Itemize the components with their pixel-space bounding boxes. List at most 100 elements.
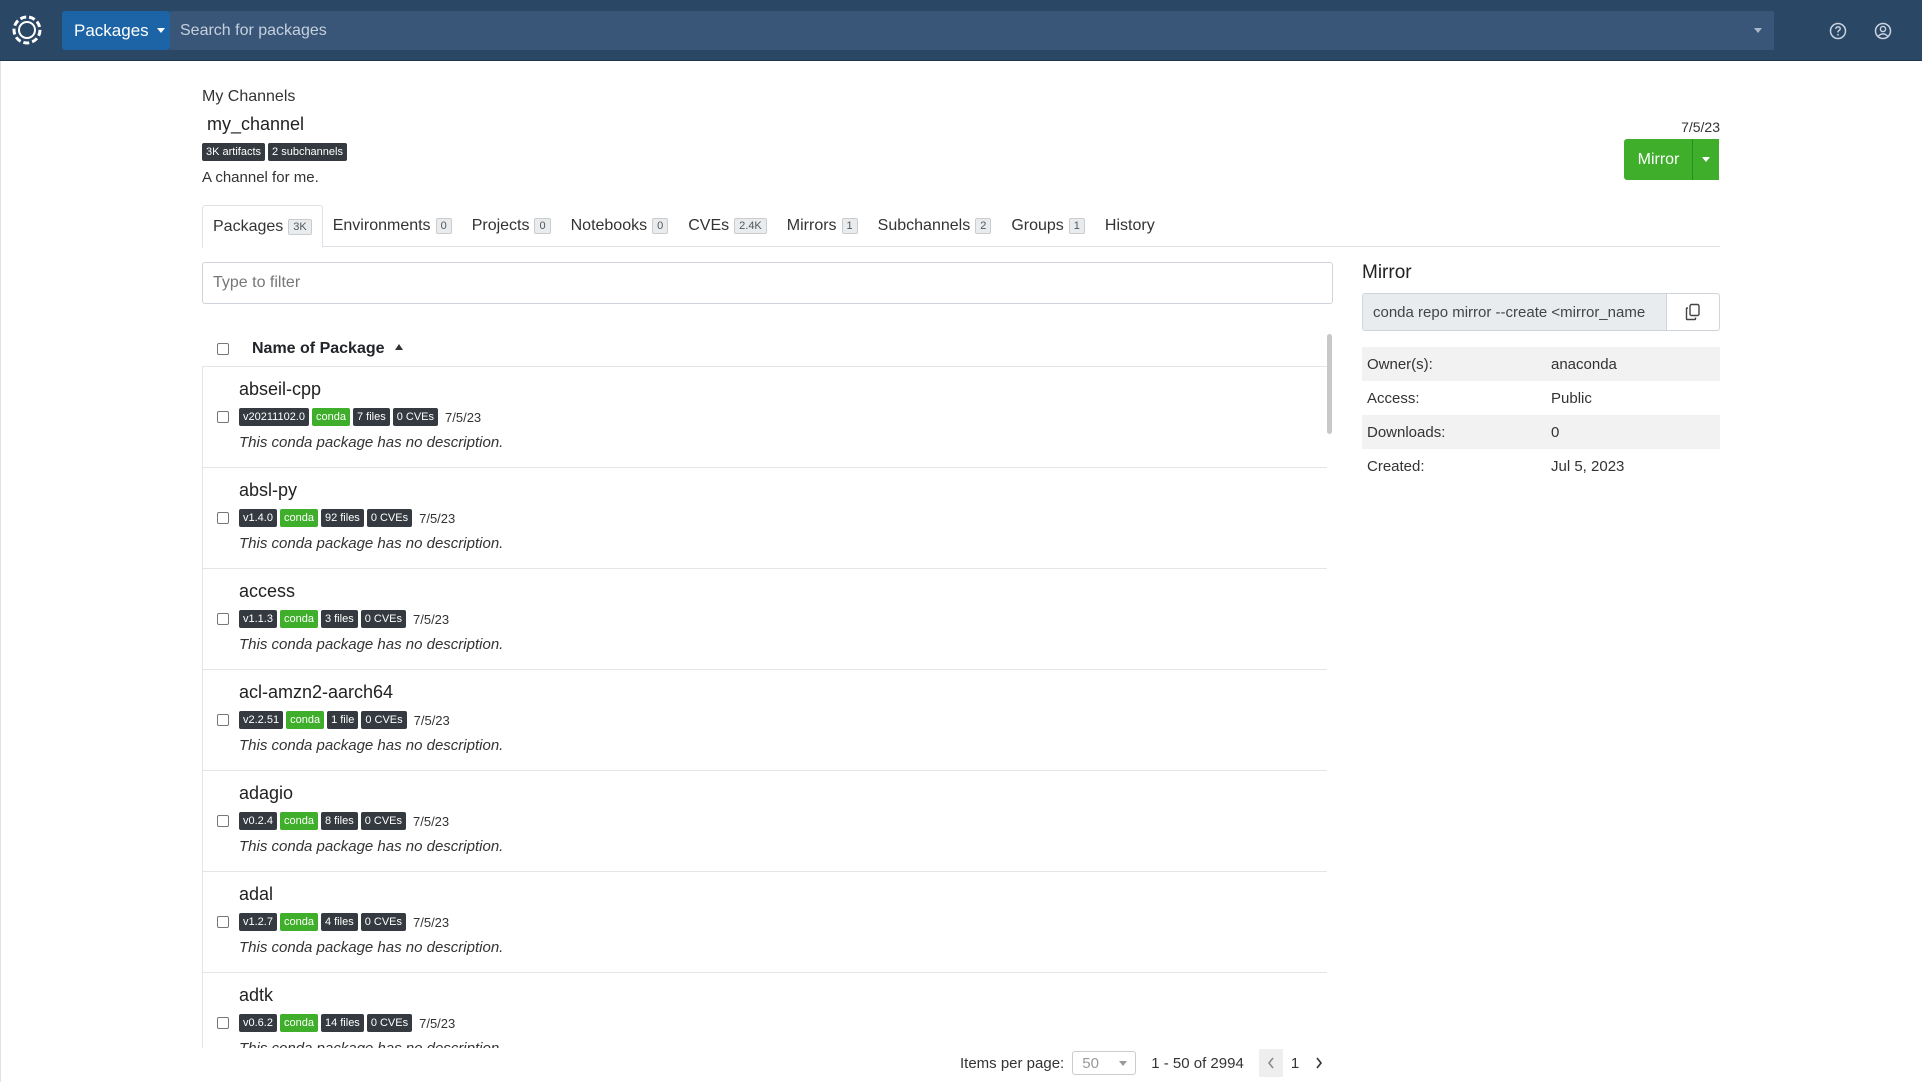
tab-notebooks[interactable]: Notebooks 0: [561, 205, 679, 247]
row-checkbox[interactable]: [217, 411, 229, 423]
package-description: This conda package has no description.: [239, 535, 504, 552]
tab-label: Mirrors: [786, 217, 837, 234]
package-description: This conda package has no description.: [239, 838, 504, 855]
type-badge: conda: [279, 610, 318, 628]
type-badge: conda: [279, 812, 318, 830]
row-checkbox[interactable]: [217, 1017, 229, 1029]
version-badge: v0.2.4: [239, 812, 277, 830]
tab-environments[interactable]: Environments 0: [323, 205, 462, 247]
user-icon[interactable]: [1873, 21, 1893, 41]
package-name-link[interactable]: acl-amzn2-aarch64: [239, 682, 393, 703]
tab-count: 2.4K: [734, 218, 767, 234]
packages-menu-button[interactable]: Packages: [62, 11, 170, 50]
package-date: 7/5/23: [419, 1015, 456, 1031]
property-row: Access: Public: [1362, 381, 1720, 415]
package-meta: v1.1.3 conda 3 files 0 CVEs 7/5/23: [239, 610, 449, 628]
chevron-left-icon: [1267, 1057, 1274, 1069]
breadcrumb[interactable]: My Channels: [202, 88, 295, 106]
files-badge: 4 files: [320, 913, 358, 931]
row-checkbox[interactable]: [217, 714, 229, 726]
items-per-page-select[interactable]: 50: [1072, 1051, 1137, 1075]
tab-subchannels[interactable]: Subchannels 2: [868, 205, 1002, 247]
tab-label: Packages: [213, 217, 284, 235]
package-name-link[interactable]: adal: [239, 884, 273, 905]
package-date: 7/5/23: [413, 813, 450, 829]
package-list: abseil-cpp v20211102.0 conda 7 files 0 C…: [202, 366, 1327, 1048]
select-all-checkbox[interactable]: [217, 343, 229, 355]
cves-badge: 0 CVEs: [360, 812, 406, 830]
property-value: Public: [1551, 389, 1592, 407]
tab-label: Subchannels: [877, 217, 971, 234]
files-badge: 7 files: [352, 408, 390, 426]
version-badge: v0.6.2: [239, 1014, 277, 1032]
help-icon[interactable]: [1828, 21, 1848, 41]
tab-groups[interactable]: Groups 1: [1001, 205, 1095, 247]
table-header: Name of Package: [202, 332, 1327, 366]
mirror-command-field[interactable]: conda repo mirror --create <mirror_name: [1362, 293, 1667, 331]
tab-count: 0: [534, 218, 551, 234]
pagination-range: 1 - 50 of 2994: [1151, 1054, 1244, 1072]
row-checkbox[interactable]: [217, 613, 229, 625]
row-checkbox[interactable]: [217, 512, 229, 524]
files-badge: 1 file: [327, 711, 359, 729]
tab-count: 1: [1068, 218, 1085, 234]
tab-count: 3K: [288, 218, 312, 235]
tab-count: 0: [652, 218, 669, 234]
chevron-down-icon: [1119, 1061, 1128, 1066]
package-name-link[interactable]: absl-py: [239, 480, 297, 501]
search-input[interactable]: Search for packages: [170, 11, 1774, 50]
row-checkbox[interactable]: [217, 916, 229, 928]
type-badge: conda: [279, 1014, 318, 1032]
tab-count: 2: [975, 218, 992, 234]
row-checkbox[interactable]: [217, 815, 229, 827]
anaconda-logo-icon[interactable]: [8, 11, 46, 49]
search-placeholder: Search for packages: [180, 21, 327, 39]
property-value: 0: [1551, 423, 1560, 441]
table-row: adal v1.2.7 conda 4 files 0 CVEs 7/5/23 …: [203, 872, 1327, 973]
tab-packages[interactable]: Packages 3K: [202, 205, 323, 248]
chevron-down-icon: [1702, 157, 1710, 162]
tab-mirrors[interactable]: Mirrors 1: [777, 205, 868, 247]
table-row: abseil-cpp v20211102.0 conda 7 files 0 C…: [203, 367, 1327, 468]
package-name-link[interactable]: adagio: [239, 783, 293, 804]
package-description: This conda package has no description.: [239, 737, 504, 754]
sort-ascending-icon: [394, 344, 403, 350]
cves-badge: 0 CVEs: [361, 711, 407, 729]
tab-history[interactable]: History: [1095, 205, 1165, 247]
filter-input[interactable]: Type to filter: [202, 262, 1333, 304]
tab-cves[interactable]: CVEs 2.4K: [678, 205, 777, 247]
current-page[interactable]: 1: [1291, 1055, 1299, 1072]
next-page-button[interactable]: [1307, 1049, 1331, 1077]
package-meta: v1.4.0 conda 92 files 0 CVEs 7/5/23: [239, 509, 455, 527]
package-name-link[interactable]: access: [239, 581, 295, 602]
channel-date: 7/5/23: [1681, 119, 1720, 135]
property-key: Owner(s):: [1367, 355, 1433, 373]
page-border: [0, 61, 1, 1082]
tab-label: History: [1104, 217, 1155, 234]
copy-icon: [1685, 303, 1700, 321]
files-badge: 14 files: [320, 1014, 364, 1032]
property-row: Owner(s): anaconda: [1362, 347, 1720, 381]
list-scrollbar[interactable]: [1327, 334, 1332, 434]
search-dropdown-icon[interactable]: [1754, 28, 1762, 33]
version-badge: v20211102.0: [239, 408, 309, 426]
package-meta: v2.2.51 conda 1 file 0 CVEs 7/5/23: [239, 711, 450, 729]
version-badge: v1.4.0: [239, 509, 277, 527]
package-description: This conda package has no description.: [239, 434, 504, 451]
table-row: acl-amzn2-aarch64 v2.2.51 conda 1 file 0…: [203, 670, 1327, 771]
tab-label: Notebooks: [570, 217, 648, 234]
package-description: This conda package has no description.: [239, 636, 504, 653]
package-name-link[interactable]: abseil-cpp: [239, 379, 321, 400]
property-key: Access:: [1367, 389, 1420, 407]
previous-page-button[interactable]: [1258, 1049, 1283, 1077]
package-meta: v20211102.0 conda 7 files 0 CVEs 7/5/23: [239, 408, 481, 426]
copy-button[interactable]: [1667, 293, 1720, 331]
channel-chips: 3K artifacts 2 subchannels: [202, 143, 347, 161]
cves-badge: 0 CVEs: [366, 1014, 413, 1032]
channel-tabs: Packages 3K Environments 0 Projects 0 No…: [202, 205, 1720, 248]
name-column-header[interactable]: Name of Package: [252, 340, 403, 358]
mirror-dropdown-toggle[interactable]: [1692, 139, 1719, 180]
tab-projects[interactable]: Projects 0: [462, 205, 561, 247]
items-per-page-value: 50: [1082, 1054, 1099, 1072]
package-name-link[interactable]: adtk: [239, 985, 273, 1006]
